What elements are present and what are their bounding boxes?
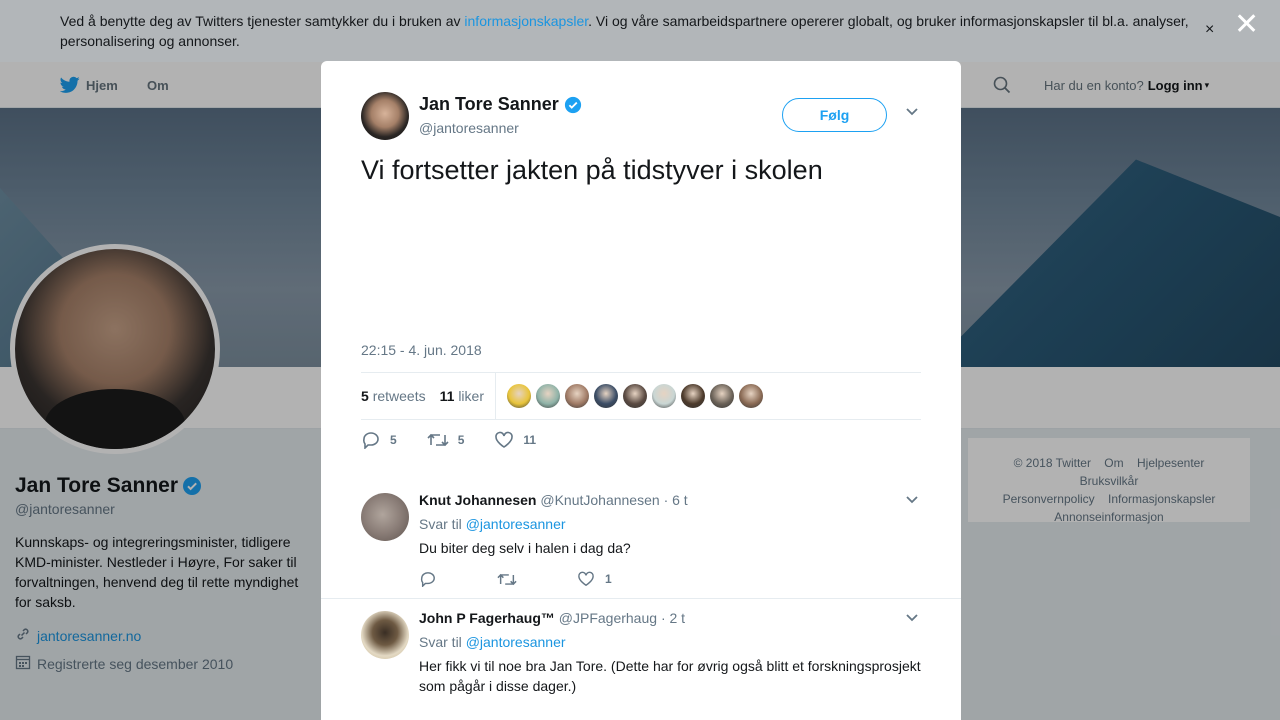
liker-avatar[interactable] bbox=[622, 384, 647, 408]
retweet-action[interactable]: 5 bbox=[427, 432, 465, 448]
heart-icon bbox=[578, 571, 594, 587]
reply-to-link[interactable]: @jantoresanner bbox=[466, 634, 566, 650]
verified-badge-icon bbox=[564, 96, 581, 113]
retweets-stat[interactable]: 5 retweets bbox=[361, 388, 426, 404]
liker-avatar[interactable] bbox=[680, 384, 705, 408]
reply-action[interactable] bbox=[419, 571, 447, 587]
reply-author-handle[interactable]: @JPFagerhaug bbox=[559, 610, 657, 626]
reply-avatar[interactable] bbox=[361, 493, 409, 541]
reply-to-label: Svar til bbox=[419, 516, 462, 532]
cookie-text-before: Ved å benytte deg av Twitters tjenester … bbox=[60, 13, 465, 29]
retweet-action[interactable] bbox=[497, 572, 527, 587]
reply-actions: 1 bbox=[419, 571, 662, 587]
reply-header: John P Fagerhaug™ @JPFagerhaug · 2 t bbox=[419, 610, 685, 626]
reply-to: Svar til @jantoresanner bbox=[419, 634, 566, 650]
chevron-down-icon[interactable] bbox=[905, 495, 919, 505]
cookie-text: Ved å benytte deg av Twitters tjenester … bbox=[60, 11, 1200, 51]
follow-button[interactable]: Følg bbox=[782, 98, 887, 132]
retweets-label: retweets bbox=[372, 388, 426, 404]
reply-header: Knut Johannesen @KnutJohannesen · 6 t bbox=[419, 492, 688, 508]
liker-avatar[interactable] bbox=[651, 384, 676, 408]
reply-author-name[interactable]: Knut Johannesen bbox=[419, 492, 536, 508]
cookie-link[interactable]: informasjonskapsler bbox=[464, 13, 588, 29]
reply-like-count: 1 bbox=[605, 572, 612, 586]
chevron-down-icon[interactable] bbox=[905, 613, 919, 623]
reply-text: Du biter deg selv i halen i dag da? bbox=[419, 540, 631, 556]
reply-icon bbox=[363, 432, 379, 449]
reply-to-link[interactable]: @jantoresanner bbox=[466, 516, 566, 532]
reply-to-label: Svar til bbox=[419, 634, 462, 650]
likes-label: liker bbox=[458, 388, 484, 404]
reply-count: 5 bbox=[390, 433, 397, 447]
like-action[interactable]: 1 bbox=[577, 571, 612, 587]
liker-avatar[interactable] bbox=[593, 384, 618, 408]
chevron-down-icon[interactable] bbox=[905, 107, 919, 117]
like-action[interactable]: 11 bbox=[494, 431, 536, 449]
reply-author-name[interactable]: John P Fagerhaug™ bbox=[419, 610, 555, 626]
reply-to: Svar til @jantoresanner bbox=[419, 516, 566, 532]
tweet-timestamp[interactable]: 22:15 - 4. jun. 2018 bbox=[361, 342, 482, 358]
tweet-author-handle[interactable]: @jantoresanner bbox=[419, 120, 519, 136]
liker-avatar[interactable] bbox=[535, 384, 560, 408]
retweet-count: 5 bbox=[457, 433, 465, 447]
retweet-icon bbox=[497, 573, 517, 585]
reply-time[interactable]: · 6 t bbox=[664, 492, 688, 508]
reply-avatar[interactable] bbox=[361, 611, 409, 659]
modal-close-icon[interactable]: ✕ bbox=[1234, 10, 1259, 40]
tweet-text: Vi fortsetter jakten på tidstyver i skol… bbox=[361, 155, 823, 185]
liker-avatar[interactable] bbox=[564, 384, 589, 408]
tweet-author-name-text: Jan Tore Sanner bbox=[419, 94, 559, 114]
cookie-banner: Ved å benytte deg av Twitters tjenester … bbox=[0, 0, 1280, 62]
likes-stat[interactable]: 11 liker bbox=[440, 388, 484, 404]
likes-count: 11 bbox=[439, 388, 455, 404]
like-count: 11 bbox=[523, 433, 537, 447]
reply-time[interactable]: · 2 t bbox=[661, 610, 685, 626]
reply-icon bbox=[420, 572, 435, 587]
likers-avatars bbox=[506, 384, 763, 408]
reply-text: Her fikk vi til noe bra Jan Tore. (Dette… bbox=[419, 658, 921, 694]
retweet-icon bbox=[427, 433, 449, 447]
reply-author-handle[interactable]: @KnutJohannesen bbox=[540, 492, 659, 508]
reply-action[interactable]: 5 bbox=[361, 431, 397, 449]
tweet-stats: 5 retweets 11 liker bbox=[361, 372, 921, 420]
tweet-modal: Jan Tore Sanner @jantoresanner Følg Vi f… bbox=[321, 61, 961, 720]
cookie-close-icon[interactable]: × bbox=[1205, 21, 1214, 39]
reply-separator bbox=[321, 598, 961, 599]
liker-avatar[interactable] bbox=[506, 384, 531, 408]
liker-avatar[interactable] bbox=[709, 384, 734, 408]
tweet-author-avatar[interactable] bbox=[361, 92, 409, 140]
heart-icon bbox=[495, 431, 514, 448]
liker-avatar[interactable] bbox=[738, 384, 763, 408]
tweet-author-name[interactable]: Jan Tore Sanner bbox=[419, 94, 582, 115]
tweet-actions: 5 5 11 bbox=[361, 431, 566, 449]
retweets-count: 5 bbox=[361, 388, 369, 404]
